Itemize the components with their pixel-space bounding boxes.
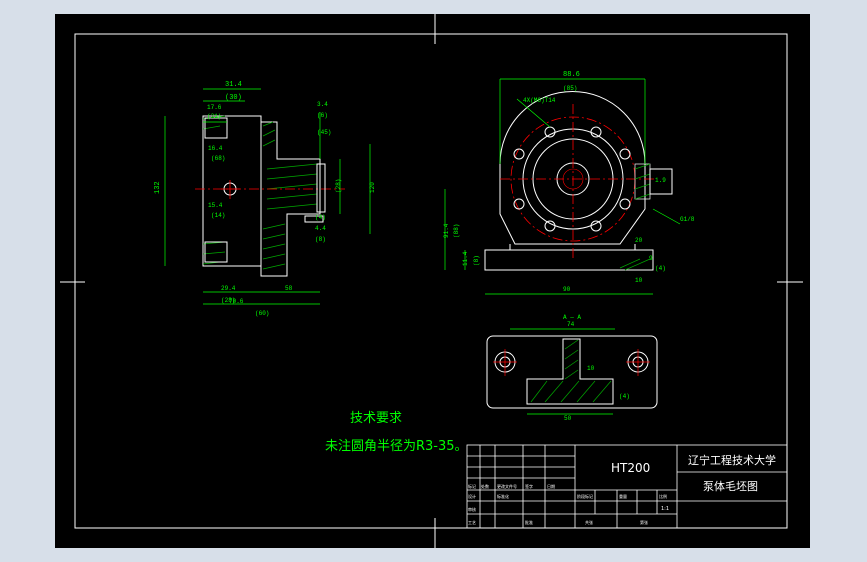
- side-view-dim-right-h: (8): [315, 236, 326, 243]
- front-view-dim-right: G1/8: [680, 216, 695, 223]
- front-view-small-dim-b: 9: [649, 255, 653, 262]
- tb-label: 标准化: [497, 493, 509, 500]
- tb-label: 第张: [640, 519, 648, 526]
- tb-label: 阶段标记: [577, 493, 593, 500]
- section-label: A — A: [563, 314, 581, 321]
- tb-label: 审核: [468, 506, 476, 513]
- side-view-dim-bottom-a: 29.4: [221, 285, 236, 292]
- side-view-dim-left: 132: [154, 181, 162, 194]
- tb-label: 签字: [525, 483, 533, 490]
- side-view-dim-top-d: (21): [207, 113, 221, 120]
- tb-label: 共张: [585, 519, 593, 526]
- title-block-part-name: 泵体毛坯图: [703, 479, 758, 493]
- side-view-dim-bottom-c: 70.6: [229, 298, 244, 305]
- title-block-school: 辽宁工程技术大学: [688, 453, 776, 467]
- side-view-hatch: [262, 121, 318, 270]
- side-view-dim-top-e: 16.4: [208, 145, 223, 152]
- side-view-dim-top-b: (30): [225, 94, 242, 102]
- drawing-canvas: 31.4 (30) 17.6 (21) 16.4 (68) 15.4 (14) …: [60, 14, 803, 548]
- section-view: A — A 74 10 (4) 50: [486, 314, 658, 422]
- side-view-dim-right-e: 120: [369, 182, 376, 193]
- front-view-dim-left-b: (88): [453, 224, 460, 238]
- front-view-dim-left-a: 91.4: [443, 223, 450, 238]
- tb-label: 更改文件号: [497, 483, 517, 490]
- side-view-dimension-lines: [164, 88, 371, 305]
- section-dim-side: (4): [619, 393, 630, 400]
- tb-label: 日期: [547, 483, 555, 490]
- front-view-hole-note: 4X(M6)T14: [523, 97, 556, 104]
- side-view-dim-right-d: (28): [335, 179, 342, 193]
- front-view-base: [484, 249, 654, 271]
- side-view-dim-top-a: 31.4: [225, 81, 242, 89]
- side-view-dim-top-f: (68): [211, 155, 225, 162]
- notes-heading: 技术要求: [350, 411, 402, 426]
- front-view-outline: [499, 91, 646, 245]
- front-view-small-dim-a: 20: [635, 237, 643, 244]
- section-dim-bottom: 50: [564, 415, 572, 422]
- tb-label: 处数: [481, 483, 489, 490]
- side-view-dim-right-c: (45): [317, 129, 331, 136]
- cad-viewport[interactable]: 31.4 (30) 17.6 (21) 16.4 (68) 15.4 (14) …: [55, 14, 810, 548]
- front-view-dim-left-d: (8): [473, 255, 480, 266]
- front-view-small-dim-d: 1.9: [655, 177, 666, 184]
- side-view-dim-right-b: (6): [317, 112, 328, 119]
- tb-label: 比例: [659, 493, 667, 500]
- side-view-dim-bottom-e: (60): [255, 310, 269, 317]
- title-block-material: HT200: [611, 461, 650, 475]
- side-view-dim-top-c: 17.6: [207, 104, 222, 111]
- tb-label: 设计: [468, 493, 476, 500]
- side-view-dim-right-g: 4.4: [315, 225, 326, 232]
- front-view-dim-top: 88.6: [563, 71, 580, 79]
- front-view-dim-bottom: 90: [563, 286, 571, 293]
- tb-label: 工艺: [468, 520, 476, 526]
- title-block-scale: 1:1: [661, 506, 669, 512]
- tb-label: 标记: [468, 483, 476, 490]
- front-view-small-dim-e: (4): [655, 265, 666, 272]
- front-view-small-dim-c: 10: [635, 277, 643, 284]
- front-view: 88.6 (85) 4X(M6)T14 91.4 (88) 11.4 (8) 9…: [443, 71, 695, 295]
- side-view-dim-right-f: (4): [315, 214, 326, 221]
- tb-label: 批准: [525, 519, 533, 526]
- section-outline: [486, 335, 658, 409]
- side-view-dim-top-h: (14): [211, 212, 225, 219]
- side-view-dim-bottom-d: 58: [285, 285, 293, 292]
- side-view-dim-top-g: 15.4: [208, 202, 223, 209]
- front-view-dim-top-sub: (85): [563, 85, 577, 92]
- side-view: 31.4 (30) 17.6 (21) 16.4 (68) 15.4 (14) …: [154, 81, 376, 317]
- section-dim-middle: 10: [587, 365, 595, 372]
- tb-label: 重量: [619, 493, 627, 500]
- notes-line: 未注圆角半径为R3-35。: [325, 439, 468, 454]
- section-dim-top: 74: [567, 321, 575, 328]
- side-view-dim-right-a: 3.4: [317, 101, 328, 108]
- front-view-dim-left-c: 11.4: [462, 251, 469, 266]
